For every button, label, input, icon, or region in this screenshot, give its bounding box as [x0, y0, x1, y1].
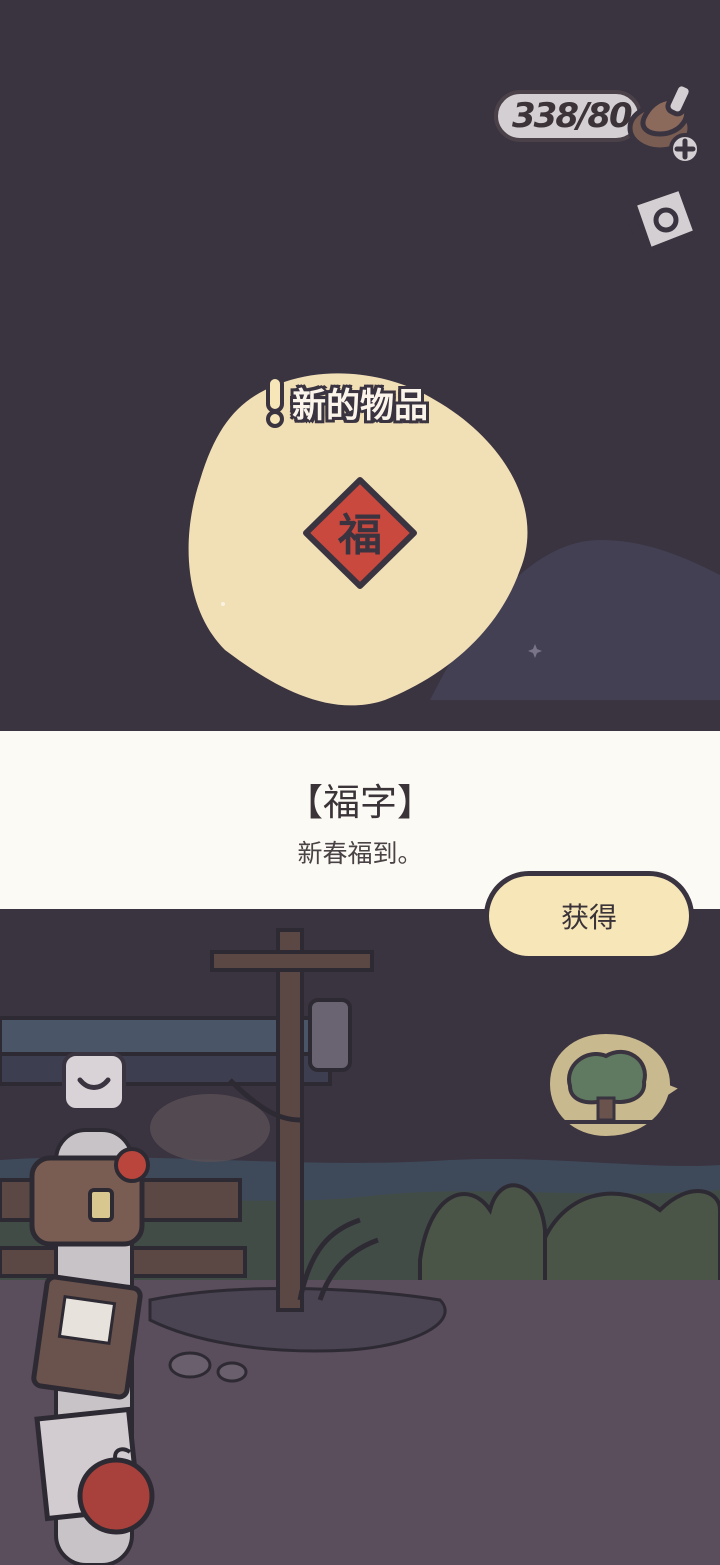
- clover-count: 338/80: [512, 96, 633, 136]
- tree-icon[interactable]: [546, 1026, 686, 1142]
- paper-scroll-icon[interactable]: [622, 182, 702, 260]
- new-item-label: 新的物品: [292, 385, 428, 426]
- new-item-title: 新的物品: [262, 374, 428, 430]
- plus-icon[interactable]: [668, 132, 702, 166]
- svg-text:福: 福: [337, 510, 382, 561]
- chevron-down-icon: [77, 1077, 111, 1090]
- fu-character-icon: 福: [303, 477, 417, 589]
- sparkle-icon: [528, 644, 542, 658]
- get-button[interactable]: 获得: [484, 871, 694, 961]
- exclamation-icon: [266, 375, 284, 428]
- item-description: 新春福到。: [297, 839, 423, 868]
- get-button-label: 获得: [560, 901, 617, 934]
- item-name: 【福字】: [286, 781, 434, 824]
- inventory-toggle-button[interactable]: [62, 1052, 126, 1112]
